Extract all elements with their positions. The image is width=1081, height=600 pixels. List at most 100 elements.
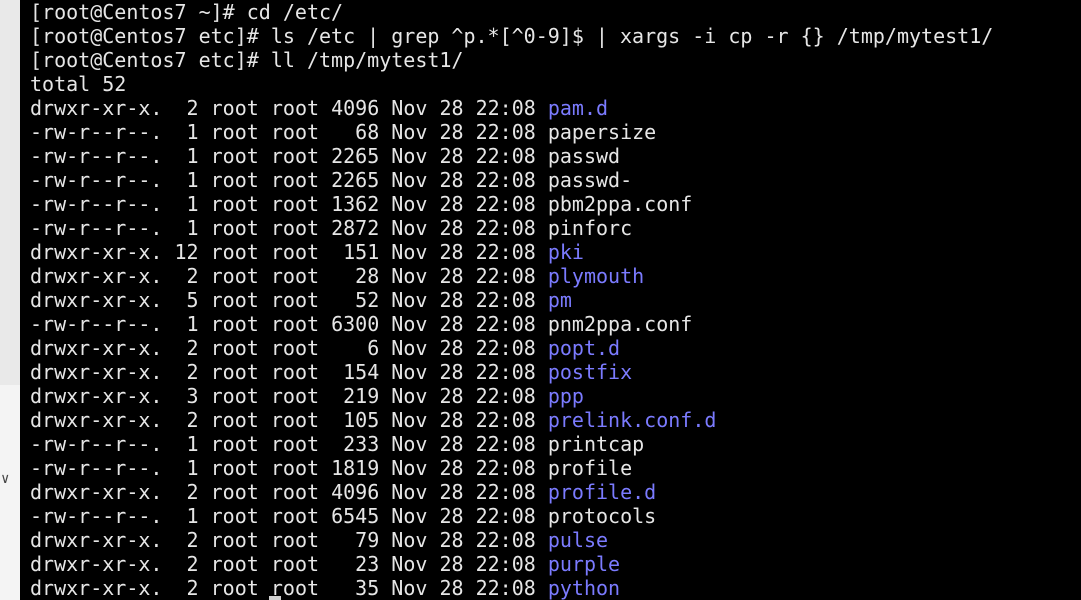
command-line: [root@Centos7 etc]# ll /tmp/mytest1/ — [30, 48, 464, 72]
permissions: -rw-r--r--. — [30, 192, 163, 216]
listing-row: drwxr-xr-x. 5 root root 52 Nov 28 22:08 … — [30, 288, 993, 312]
modified-date: Nov 28 22:08 — [391, 144, 536, 168]
permissions: -rw-r--r--. — [30, 312, 163, 336]
file-size: 6 — [331, 336, 380, 360]
permissions: drwxr-xr-x. — [30, 480, 163, 504]
listing-row: drwxr-xr-x. 2 root root 6 Nov 28 22:08 p… — [30, 336, 993, 360]
command-line: [root@Centos7 etc]# ls /etc | grep ^p.*[… — [30, 24, 994, 48]
modified-date: Nov 28 22:08 — [391, 408, 536, 432]
listing-row: drwxr-xr-x. 2 root root 79 Nov 28 22:08 … — [30, 528, 993, 552]
group: root — [270, 144, 320, 168]
modified-date: Nov 28 22:08 — [391, 480, 536, 504]
owner: root — [210, 408, 259, 432]
chevron-down-icon[interactable]: ∨ — [1, 472, 9, 486]
listing-row: -rw-r--r--. 1 root root 68 Nov 28 22:08 … — [30, 120, 993, 144]
owner: root — [210, 552, 259, 576]
permissions: drwxr-xr-x. — [30, 576, 163, 600]
owner: root — [210, 144, 259, 168]
directory-name: pm — [547, 288, 572, 312]
listing-row: -rw-r--r--. 1 root root 2265 Nov 28 22:0… — [30, 144, 993, 168]
file-size: 2265 — [331, 144, 380, 168]
directory-name: popt.d — [547, 336, 621, 360]
file-size: 1362 — [331, 192, 380, 216]
group: root — [270, 480, 320, 504]
link-count: 1 — [174, 504, 199, 528]
file-size: 35 — [331, 576, 380, 600]
directory-name: purple — [547, 552, 621, 576]
owner: root — [210, 456, 259, 480]
link-count: 2 — [174, 528, 199, 552]
link-count: 5 — [174, 288, 199, 312]
permissions: -rw-r--r--. — [30, 456, 163, 480]
file-name: pinforc — [547, 216, 633, 240]
link-count: 12 — [174, 240, 199, 264]
listing-row: drwxr-xr-x. 2 root root 28 Nov 28 22:08 … — [30, 264, 993, 288]
link-count: 1 — [174, 432, 199, 456]
group: root — [270, 240, 320, 264]
modified-date: Nov 28 22:08 — [391, 120, 536, 144]
modified-date: Nov 28 22:08 — [391, 216, 536, 240]
listing-row: -rw-r--r--. 1 root root 233 Nov 28 22:08… — [30, 432, 993, 456]
listing-row: drwxr-xr-x. 12 root root 151 Nov 28 22:0… — [30, 240, 993, 264]
permissions: -rw-r--r--. — [30, 144, 163, 168]
directory-name: prelink.conf.d — [547, 408, 717, 432]
file-size: 2265 — [331, 168, 380, 192]
file-size: 2872 — [331, 216, 380, 240]
file-size: 1819 — [331, 456, 380, 480]
group: root — [270, 96, 320, 120]
terminal-window[interactable]: [root@Centos7 ~]# cd /etc/ [root@Centos7… — [20, 0, 1081, 600]
modified-date: Nov 28 22:08 — [391, 264, 536, 288]
group: root — [270, 408, 320, 432]
owner: root — [210, 216, 259, 240]
permissions: -rw-r--r--. — [30, 168, 163, 192]
file-name: passwd — [547, 144, 621, 168]
file-size: 6300 — [331, 312, 380, 336]
modified-date: Nov 28 22:08 — [391, 288, 536, 312]
link-count: 2 — [174, 264, 199, 288]
group: root — [270, 120, 320, 144]
owner: root — [210, 360, 259, 384]
file-name: pbm2ppa.conf — [547, 192, 693, 216]
permissions: drwxr-xr-x. — [30, 264, 163, 288]
listing-row: drwxr-xr-x. 2 root root 35 Nov 28 22:08 … — [30, 576, 993, 600]
file-size: 154 — [331, 360, 380, 384]
modified-date: Nov 28 22:08 — [391, 432, 536, 456]
owner: root — [210, 336, 259, 360]
permissions: -rw-r--r--. — [30, 120, 163, 144]
listing-row: -rw-r--r--. 1 root root 1362 Nov 28 22:0… — [30, 192, 993, 216]
link-count: 2 — [174, 480, 199, 504]
file-size: 233 — [331, 432, 380, 456]
modified-date: Nov 28 22:08 — [391, 504, 536, 528]
group: root — [270, 432, 320, 456]
directory-name: pam.d — [547, 96, 609, 120]
listing-total: total 52 — [30, 72, 127, 96]
modified-date: Nov 28 22:08 — [391, 336, 536, 360]
directory-name: pulse — [547, 528, 609, 552]
file-size: 52 — [331, 288, 380, 312]
file-name: pnm2ppa.conf — [547, 312, 693, 336]
directory-name: postfix — [547, 360, 633, 384]
link-count: 2 — [174, 552, 199, 576]
group: root — [270, 168, 320, 192]
terminal-output: [root@Centos7 ~]# cd /etc/ [root@Centos7… — [30, 0, 993, 600]
side-panel-strip: ∨ — [0, 0, 20, 600]
link-count: 1 — [174, 216, 199, 240]
file-name: protocols — [547, 504, 657, 528]
owner: root — [210, 240, 259, 264]
modified-date: Nov 28 22:08 — [391, 168, 536, 192]
group: root — [270, 312, 320, 336]
listing-row: -rw-r--r--. 1 root root 2872 Nov 28 22:0… — [30, 216, 993, 240]
modified-date: Nov 28 22:08 — [391, 240, 536, 264]
modified-date: Nov 28 22:08 — [391, 312, 536, 336]
link-count: 1 — [174, 168, 199, 192]
group: root — [270, 360, 320, 384]
link-count: 2 — [174, 360, 199, 384]
owner: root — [210, 504, 259, 528]
link-count: 2 — [174, 576, 199, 600]
file-size: 68 — [331, 120, 380, 144]
file-size: 23 — [331, 552, 380, 576]
group: root — [270, 528, 320, 552]
owner: root — [210, 312, 259, 336]
directory-name: ppp — [547, 384, 584, 408]
file-name: profile — [547, 456, 633, 480]
